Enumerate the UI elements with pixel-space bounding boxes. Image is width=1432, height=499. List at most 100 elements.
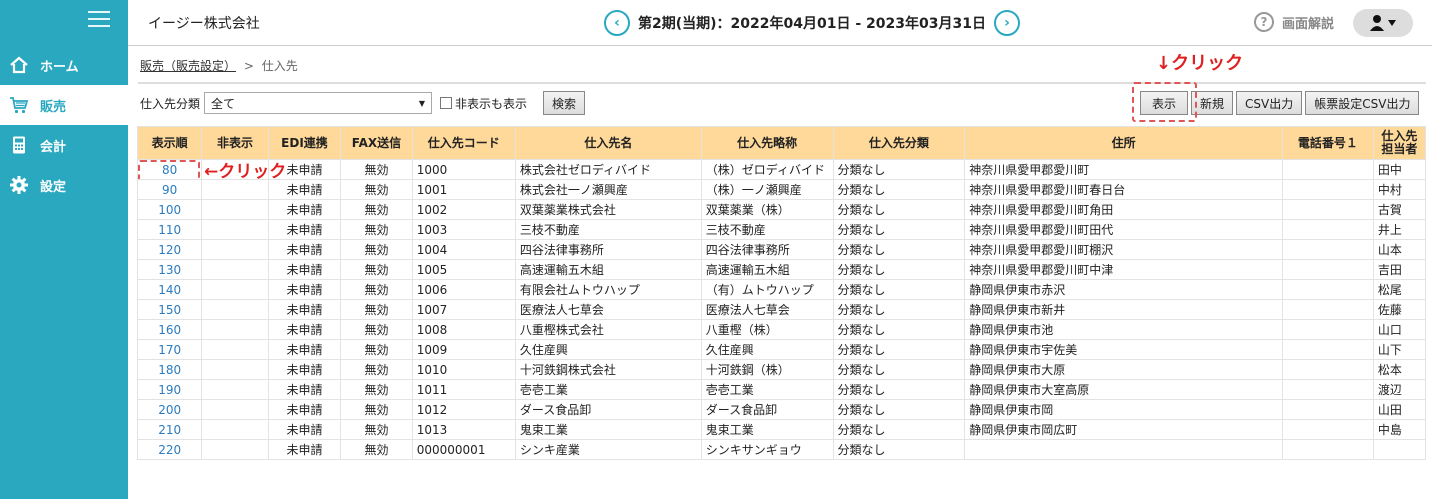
col-address-cell: 神奈川県愛甲郡愛川町春日台 xyxy=(964,179,1283,200)
table-row[interactable]: 210 未申請 無効 1013 鬼束工業 鬼束工業 分類なし 静岡県伊東市岡広町 中島 xyxy=(136,419,1427,440)
col-category-cell: 分類なし xyxy=(832,419,966,440)
col-code-cell: 1007 xyxy=(411,299,516,320)
table-row[interactable]: 200 未申請 無効 1012 ダース食品卸 ダース食品卸 分類なし 静岡県伊東市岡 山田 xyxy=(136,399,1427,420)
chevron-right-icon[interactable]: › xyxy=(993,10,1020,36)
col-category-cell: 分類なし xyxy=(832,259,966,280)
col-fax-cell: 無効 xyxy=(340,279,413,300)
col-name-cell: 鬼束工業 xyxy=(514,419,702,440)
col-code-cell: 1010 xyxy=(411,359,516,380)
col-short-name-cell: （株）ゼロディバイド xyxy=(700,159,834,180)
col-order-cell[interactable]: 80 xyxy=(136,159,203,180)
col-contact-cell: 松尾 xyxy=(1372,279,1427,300)
col-short-name-cell: 三枝不動産 xyxy=(700,219,834,240)
col-code-cell: 1011 xyxy=(411,379,516,400)
col-fax-cell: 無効 xyxy=(340,439,413,460)
help-label: 画面解説 xyxy=(1282,16,1335,32)
table-row[interactable]: 220 未申請 無効 000000001 シンキ産業 シンキサンギョウ 分類なし xyxy=(136,439,1427,460)
col-code-cell: 1009 xyxy=(411,339,516,360)
col-order-cell[interactable]: 210 xyxy=(136,419,203,440)
user-icon xyxy=(1370,15,1396,31)
col-edi-cell: 未申請 xyxy=(267,219,342,240)
col-address-cell: 神奈川県愛甲郡愛川町棚沢 xyxy=(964,239,1283,260)
col-address-cell: 神奈川県愛甲郡愛川町田代 xyxy=(964,219,1283,240)
table-row[interactable]: 170 未申請 無効 1009 久住産興 久住産興 分類なし 静岡県伊東市宇佐美 山下 xyxy=(136,339,1427,360)
col-order-cell[interactable]: 190 xyxy=(136,379,203,400)
col-code-cell: 1002 xyxy=(411,199,516,220)
table-row[interactable]: 130 未申請 無効 1005 高速運輸五木組 高速運輸五木組 分類なし 神奈川県愛甲郡愛川町… xyxy=(136,259,1427,280)
col-fax-cell: 無効 xyxy=(340,159,413,180)
col-address-cell: 静岡県伊東市岡広町 xyxy=(964,419,1283,440)
breadcrumb-parent-link[interactable]: 販売（販売設定） xyxy=(140,59,236,73)
sidebar-item-settings[interactable]: 設定 xyxy=(0,165,128,205)
col-order-cell[interactable]: 120 xyxy=(136,239,203,260)
col-order-cell[interactable]: 90 xyxy=(136,179,203,200)
supplier-table: 表示順 非表示 EDI連携 FAX送信 仕入先コード 仕入先名 仕入先略称 仕入先分類 住所 電話… xyxy=(136,126,1427,460)
col-short-name-cell: 十河鉄鋼（株） xyxy=(700,359,834,380)
col-contact-cell: 渡辺 xyxy=(1372,379,1427,400)
table-row[interactable]: 140 未申請 無効 1006 有限会社ムトウハップ （有）ムトウハップ 分類なし 静岡県伊東… xyxy=(136,279,1427,300)
col-order-cell[interactable]: 170 xyxy=(136,339,203,360)
table-row[interactable]: 120 未申請 無効 1004 四谷法律事務所 四谷法律事務所 分類なし 神奈川県愛甲郡愛川町… xyxy=(136,239,1427,260)
chevron-left-icon[interactable]: ‹ xyxy=(604,10,630,36)
col-phone-cell xyxy=(1281,259,1374,280)
table-row[interactable]: 160 未申請 無効 1008 八重樫株式会社 八重樫（株） 分類なし 静岡県伊東市池 山口 xyxy=(136,319,1427,340)
col-edi-header: EDI連携 xyxy=(267,126,342,160)
user-menu-button[interactable] xyxy=(1353,9,1413,37)
col-fax-cell: 無効 xyxy=(340,399,413,420)
col-order-cell[interactable]: 140 xyxy=(136,279,203,300)
col-order-cell[interactable]: 180 xyxy=(136,359,203,380)
col-edi-cell: 未申請 xyxy=(267,439,342,460)
sidebar-item-label: ホーム xyxy=(40,59,79,75)
col-name-cell: 有限会社ムトウハップ xyxy=(514,279,702,300)
help-button[interactable]: ? 画面解説 xyxy=(1254,12,1334,32)
col-short-name-cell: 高速運輸五木組 xyxy=(700,259,834,280)
show-hidden-checkbox[interactable] xyxy=(440,97,453,109)
col-order-cell[interactable]: 130 xyxy=(136,259,203,280)
col-order-cell[interactable]: 220 xyxy=(136,439,203,460)
col-name-cell: 高速運輸五木組 xyxy=(514,259,702,280)
sidebar-item-home[interactable]: ホーム xyxy=(0,45,128,85)
col-order-cell[interactable]: 150 xyxy=(136,299,203,320)
col-code-cell: 000000001 xyxy=(411,439,516,460)
col-category-header: 仕入先分類 xyxy=(832,126,966,160)
col-order-cell[interactable]: 160 xyxy=(136,319,203,340)
col-edi-cell: 未申請 xyxy=(267,419,342,440)
col-fax-cell: 無効 xyxy=(340,379,413,400)
col-name-cell: 壱壱工業 xyxy=(514,379,702,400)
col-order-cell[interactable]: 100 xyxy=(136,199,203,220)
sidebar-item-accounting[interactable]: 会計 xyxy=(0,125,128,165)
col-category-cell: 分類なし xyxy=(832,379,966,400)
col-name-cell: 株式会社一ノ瀬興産 xyxy=(514,179,702,200)
col-hidden-cell xyxy=(201,159,269,180)
table-row[interactable]: 90 未申請 無効 1001 株式会社一ノ瀬興産 （株）一ノ瀬興産 分類なし 神奈川県愛甲郡愛… xyxy=(136,179,1427,200)
table-row[interactable]: 100 未申請 無効 1002 双葉薬業株式会社 双葉薬業（株） 分類なし 神奈川県愛甲郡愛川… xyxy=(136,199,1427,220)
csv-export-button[interactable]: CSV出力 xyxy=(1236,91,1303,115)
table-row[interactable]: 110 未申請 無効 1003 三枝不動産 三枝不動産 分類なし 神奈川県愛甲郡愛川町田代 井上 xyxy=(136,219,1427,240)
header: イージー株式会社 ‹ 第2期(当期)：2022年04月01日 - 2023年03… xyxy=(128,0,1432,46)
table-row[interactable]: 190 未申請 無効 1011 壱壱工業 壱壱工業 分類なし 静岡県伊東市大室高原 渡辺 xyxy=(136,379,1427,400)
col-address-cell: 神奈川県愛甲郡愛川町中津 xyxy=(964,259,1283,280)
table-row[interactable]: 150 未申請 無効 1007 医療法人七草会 医療法人七草会 分類なし 静岡県伊東市新井 佐藤 xyxy=(136,299,1427,320)
col-edi-cell: 未申請 xyxy=(267,259,342,280)
col-order-cell[interactable]: 200 xyxy=(136,399,203,420)
col-hidden-cell xyxy=(201,279,269,300)
col-hidden-cell xyxy=(201,239,269,260)
col-contact-cell: 松本 xyxy=(1372,359,1427,380)
search-button[interactable]: 検索 xyxy=(543,91,586,115)
cart-icon xyxy=(8,94,30,116)
sidebar-item-sales[interactable]: 販売 xyxy=(0,85,128,125)
table-row[interactable]: 80 未申請 無効 1000 株式会社ゼロディバイド （株）ゼロディバイド 分類なし 神奈川県… xyxy=(136,159,1427,180)
table-row[interactable]: 180 未申請 無効 1010 十河鉄鋼株式会社 十河鉄鋼（株） 分類なし 静岡県伊東市大原 松… xyxy=(136,359,1427,380)
col-address-cell: 静岡県伊東市池 xyxy=(964,319,1283,340)
menu-icon[interactable] xyxy=(88,11,110,29)
col-category-cell: 分類なし xyxy=(832,179,966,200)
show-hidden-option: 非表示も表示 xyxy=(440,95,527,112)
col-phone-cell xyxy=(1281,279,1374,300)
category-select[interactable]: 全て ▼ xyxy=(204,92,433,114)
col-category-cell: 分類なし xyxy=(832,299,966,320)
new-button[interactable]: 新規 xyxy=(1191,91,1234,115)
col-code-cell: 1005 xyxy=(411,259,516,280)
form-csv-export-button[interactable]: 帳票設定CSV出力 xyxy=(1305,91,1420,115)
col-order-cell[interactable]: 110 xyxy=(136,219,203,240)
col-short-name-cell: （有）ムトウハップ xyxy=(700,279,834,300)
